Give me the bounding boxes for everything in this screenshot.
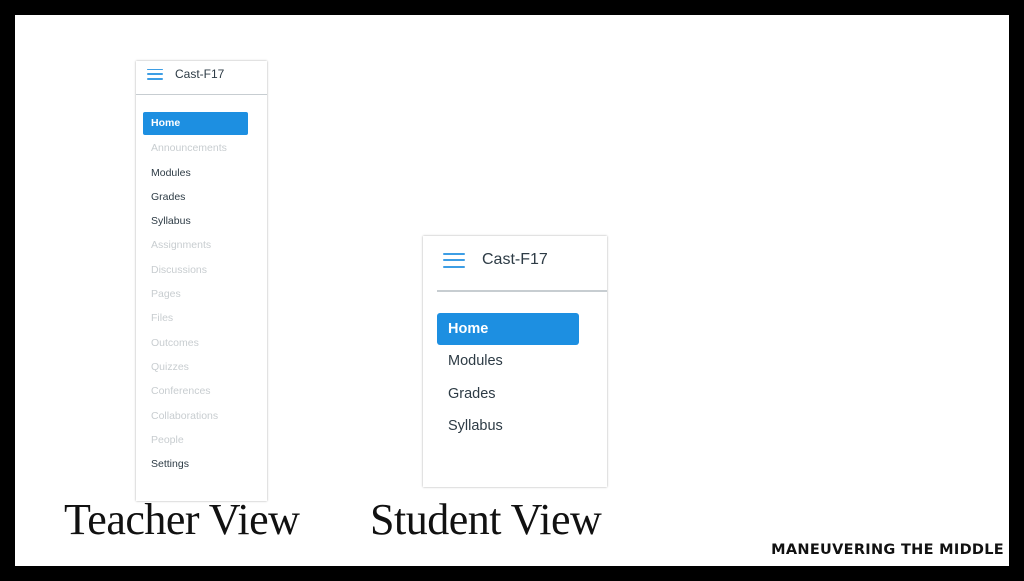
hamburger-menu-icon[interactable] bbox=[147, 68, 163, 80]
nav-item-grades[interactable]: Grades bbox=[437, 378, 579, 411]
nav-item-home[interactable]: Home bbox=[437, 313, 579, 345]
nav-item-modules[interactable]: Modules bbox=[143, 161, 248, 185]
nav-item-quizzes: Quizzes bbox=[151, 360, 189, 373]
nav-item-modules[interactable]: Modules bbox=[437, 345, 579, 378]
nav-item-announcements: Announcements bbox=[151, 142, 227, 155]
nav-item-syllabus[interactable]: Syllabus bbox=[143, 209, 248, 233]
header-divider bbox=[437, 290, 607, 292]
brand-watermark: MANEUVERING THE MIDDLE bbox=[771, 542, 1004, 558]
nav-item-grades[interactable]: Grades bbox=[143, 185, 248, 209]
nav-item-collaborations: Collaborations bbox=[151, 409, 219, 422]
nav-item-discussions: Discussions bbox=[151, 263, 208, 276]
course-title: Cast-F17 bbox=[482, 251, 548, 268]
header-divider bbox=[136, 94, 267, 95]
nav-item-settings[interactable]: Settings bbox=[143, 452, 248, 476]
nav-item-conferences: Conferences bbox=[151, 385, 211, 398]
student-course-nav-panel: Cast-F17 Home Modules Grades Syllabus bbox=[423, 236, 607, 487]
nav-item-files: Files bbox=[151, 312, 174, 325]
nav-item-pages: Pages bbox=[151, 288, 181, 301]
slide-canvas: Cast-F17 Home Announcements Modules Grades S… bbox=[15, 15, 1009, 566]
nav-item-people: People bbox=[151, 433, 184, 446]
nav-item-assignments: Assignments bbox=[151, 239, 212, 252]
nav-item-outcomes: Outcomes bbox=[151, 336, 199, 349]
nav-item-syllabus[interactable]: Syllabus bbox=[437, 410, 579, 443]
teacher-course-nav-panel: Cast-F17 Home Announcements Modules Grades S… bbox=[136, 61, 267, 501]
course-title: Cast-F17 bbox=[175, 67, 225, 81]
student-view-caption: Student View bbox=[370, 495, 602, 544]
teacher-nav-header: Cast-F17 bbox=[147, 64, 224, 84]
student-nav-list: Home Modules Grades Syllabus bbox=[437, 313, 579, 443]
student-nav-header: Cast-F17 bbox=[443, 249, 548, 271]
teacher-nav-list: Home Announcements Modules Grades Syllabus As… bbox=[143, 112, 248, 476]
nav-item-home[interactable]: Home bbox=[143, 112, 248, 135]
teacher-view-caption: Teacher View bbox=[64, 495, 300, 544]
hamburger-menu-icon[interactable] bbox=[443, 252, 465, 268]
